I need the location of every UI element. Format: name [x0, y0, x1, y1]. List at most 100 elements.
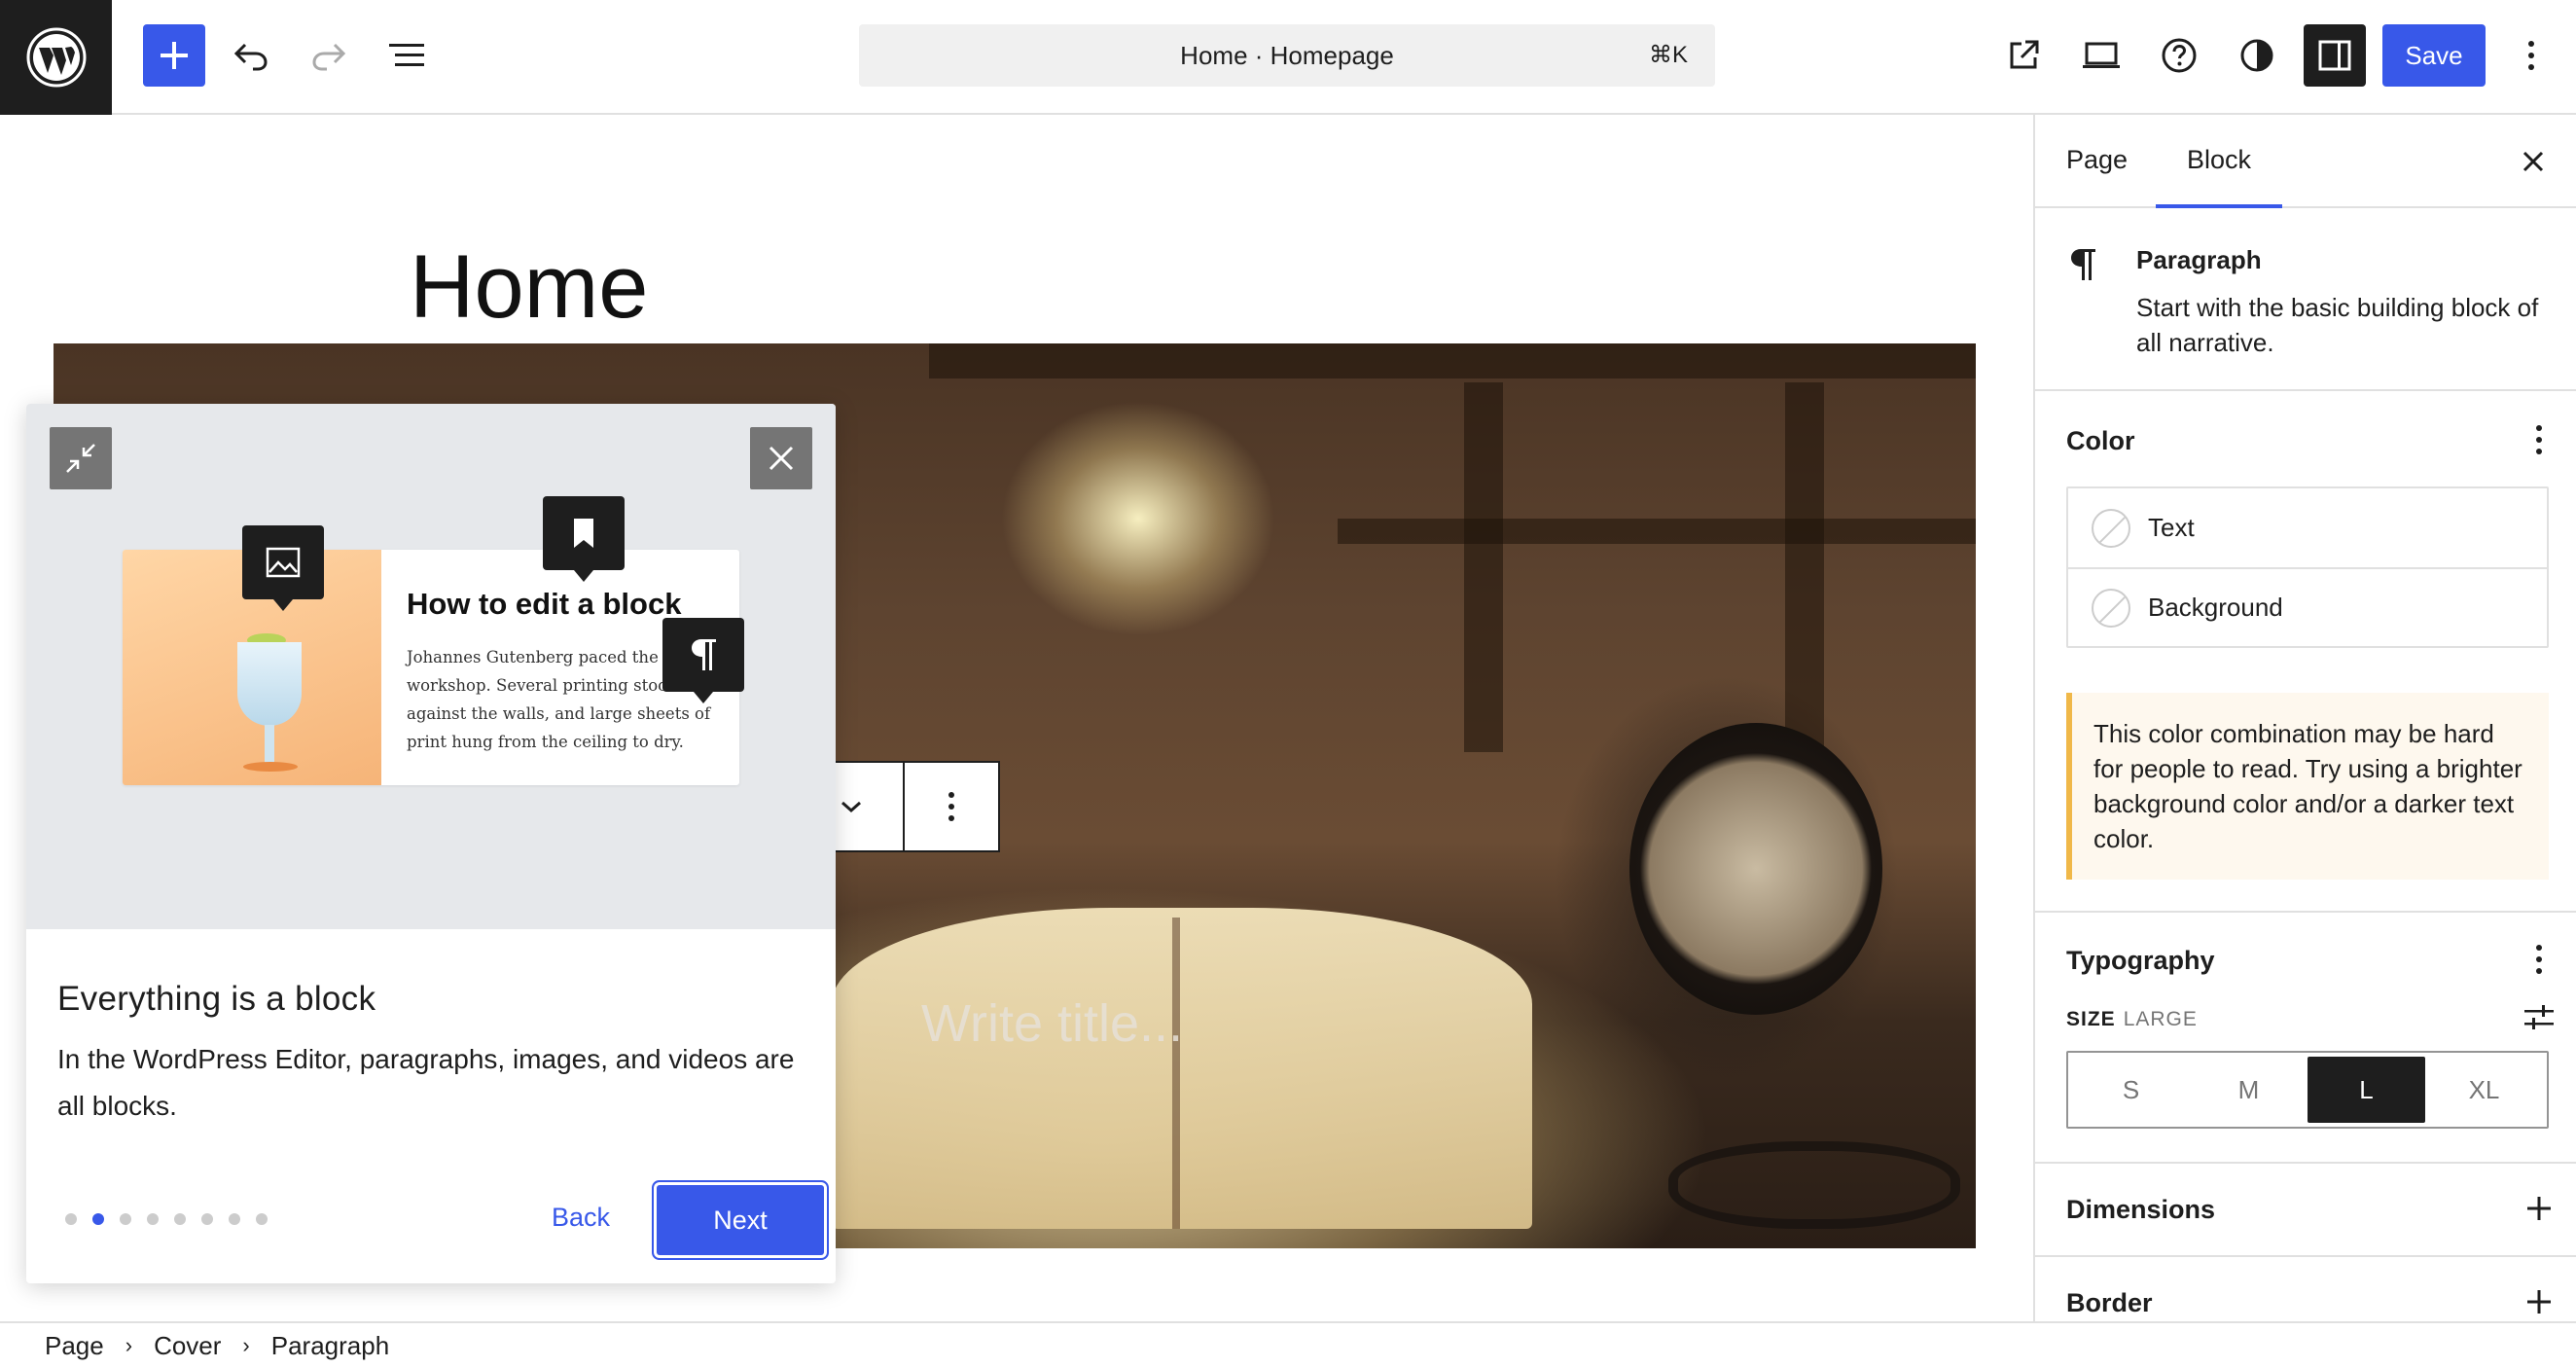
document-title: Home · Homepage [1180, 41, 1394, 70]
border-panel-heading[interactable]: Border [2066, 1288, 2153, 1318]
custom-size-toggle[interactable] [2516, 994, 2562, 1041]
guide-step-dot[interactable] [201, 1213, 213, 1225]
breadcrumb-item-cover[interactable]: Cover [154, 1331, 221, 1361]
guide-step-dot[interactable] [120, 1213, 131, 1225]
guide-text: In the WordPress Editor, paragraphs, ima… [57, 1044, 795, 1121]
color-background-label: Background [2148, 593, 2283, 622]
guide-step-dot[interactable] [65, 1213, 77, 1225]
typography-options-button[interactable] [2516, 936, 2562, 983]
block-card-title: Paragraph [2136, 245, 2262, 274]
dimensions-panel-heading[interactable]: Dimensions [2066, 1195, 2215, 1225]
back-button[interactable]: Back [524, 1182, 637, 1252]
color-settings-list: Text Background [2066, 486, 2549, 648]
block-options-button[interactable] [905, 763, 998, 850]
contrast-icon [2240, 39, 2273, 72]
view-site-button[interactable] [1992, 24, 2055, 87]
size-option-xl[interactable]: XL [2425, 1057, 2543, 1123]
external-link-icon [2010, 40, 2039, 69]
paragraph-block-tip [662, 618, 744, 703]
sidebar-icon [2318, 40, 2351, 71]
font-size-value: LARGE [2123, 1008, 2198, 1030]
bookmark-block-tip [543, 496, 625, 582]
wordpress-logo-icon [26, 27, 86, 88]
guide-step-dot[interactable] [147, 1213, 159, 1225]
minimize-guide-button[interactable] [50, 427, 112, 489]
vertical-ellipsis-icon [2536, 945, 2542, 974]
guide-title: Everything is a block [57, 980, 376, 1018]
paragraph-icon [2066, 245, 2099, 289]
color-text-item[interactable]: Text [2068, 488, 2547, 567]
breadcrumb-item-page[interactable]: Page [45, 1331, 104, 1361]
color-background-item[interactable]: Background [2068, 567, 2547, 646]
close-guide-button[interactable] [750, 427, 812, 489]
size-option-m[interactable]: M [2190, 1057, 2308, 1123]
welcome-guide-modal: How to edit a block Johannes Gutenberg p… [26, 404, 836, 1283]
close-settings-button[interactable] [2502, 130, 2564, 193]
dimensions-add-button[interactable] [2516, 1185, 2562, 1232]
close-icon [2522, 151, 2544, 172]
add-block-button[interactable] [143, 24, 205, 87]
cover-glasses-image [1668, 1141, 1960, 1229]
font-size-label: SIZE LARGE [2066, 1008, 2198, 1030]
image-block-tip [242, 525, 324, 611]
undo-icon [233, 43, 268, 71]
desktop-icon [2083, 42, 2120, 68]
guide-step-dot[interactable] [256, 1213, 268, 1225]
vertical-ellipsis-icon [948, 792, 954, 821]
help-button[interactable] [2148, 24, 2210, 87]
sidebar-tabs: Page Block [2035, 115, 2576, 208]
list-view-icon [389, 44, 424, 66]
guide-step-dot[interactable] [92, 1213, 104, 1225]
border-add-button[interactable] [2516, 1278, 2562, 1321]
cover-title-placeholder[interactable]: Write title... [921, 993, 1183, 1054]
settings-sidebar: Page Block Paragraph Start with the basi… [2033, 115, 2576, 1321]
font-size-toggle-group: S M L XL [2066, 1051, 2549, 1129]
wordpress-logo-button[interactable] [0, 0, 112, 115]
size-option-l[interactable]: L [2308, 1057, 2425, 1123]
tab-block[interactable]: Block [2156, 115, 2283, 208]
command-shortcut: ⌘K [1648, 42, 1688, 68]
device-preview-button[interactable] [2070, 24, 2132, 87]
document-overview-button[interactable] [376, 24, 438, 87]
color-panel-heading: Color [2066, 426, 2135, 455]
redo-button[interactable] [298, 24, 360, 87]
settings-sidebar-toggle[interactable] [2304, 24, 2366, 87]
close-icon [769, 446, 794, 471]
chevron-right-icon: › [125, 1333, 133, 1357]
guide-step-dot[interactable] [174, 1213, 186, 1225]
guide-step-indicator [65, 1213, 268, 1225]
settings-sliders-icon [2524, 1005, 2554, 1029]
empty-color-swatch-icon [2092, 588, 2130, 628]
vertical-ellipsis-icon [2528, 41, 2534, 70]
help-icon [2162, 38, 2197, 73]
minimize-icon [66, 444, 95, 473]
next-button[interactable]: Next [657, 1185, 824, 1255]
size-option-s[interactable]: S [2072, 1057, 2190, 1123]
color-options-button[interactable] [2516, 416, 2562, 463]
page-title[interactable]: Home [410, 236, 648, 339]
plus-icon [2527, 1197, 2551, 1220]
block-breadcrumb: Page › Cover › Paragraph [0, 1321, 2576, 1368]
undo-button[interactable] [220, 24, 282, 87]
empty-color-swatch-icon [2092, 508, 2130, 548]
bookmark-icon [574, 519, 593, 548]
breadcrumb-item-paragraph: Paragraph [270, 1330, 390, 1360]
image-icon [266, 547, 301, 578]
options-menu-button[interactable] [2500, 24, 2562, 87]
tab-page[interactable]: Page [2035, 115, 2159, 208]
block-card: Paragraph Start with the basic building … [2035, 210, 2576, 391]
redo-icon [312, 43, 346, 71]
vertical-ellipsis-icon [2536, 425, 2542, 454]
cover-clock-image [1629, 723, 1882, 1015]
plus-icon [161, 42, 188, 69]
editor-header: Home · Homepage ⌘K Save [0, 0, 2576, 115]
save-button[interactable]: Save [2382, 24, 2486, 87]
cover-book-image [832, 908, 1532, 1229]
guide-step-dot[interactable] [229, 1213, 240, 1225]
chevron-down-icon [841, 801, 861, 813]
command-palette-button[interactable]: Home · Homepage ⌘K [859, 24, 1715, 87]
block-card-description: Start with the basic building block of a… [2136, 293, 2539, 357]
color-text-label: Text [2148, 513, 2195, 542]
guide-illustration: How to edit a block Johannes Gutenberg p… [26, 404, 836, 929]
styles-button[interactable] [2226, 24, 2288, 87]
